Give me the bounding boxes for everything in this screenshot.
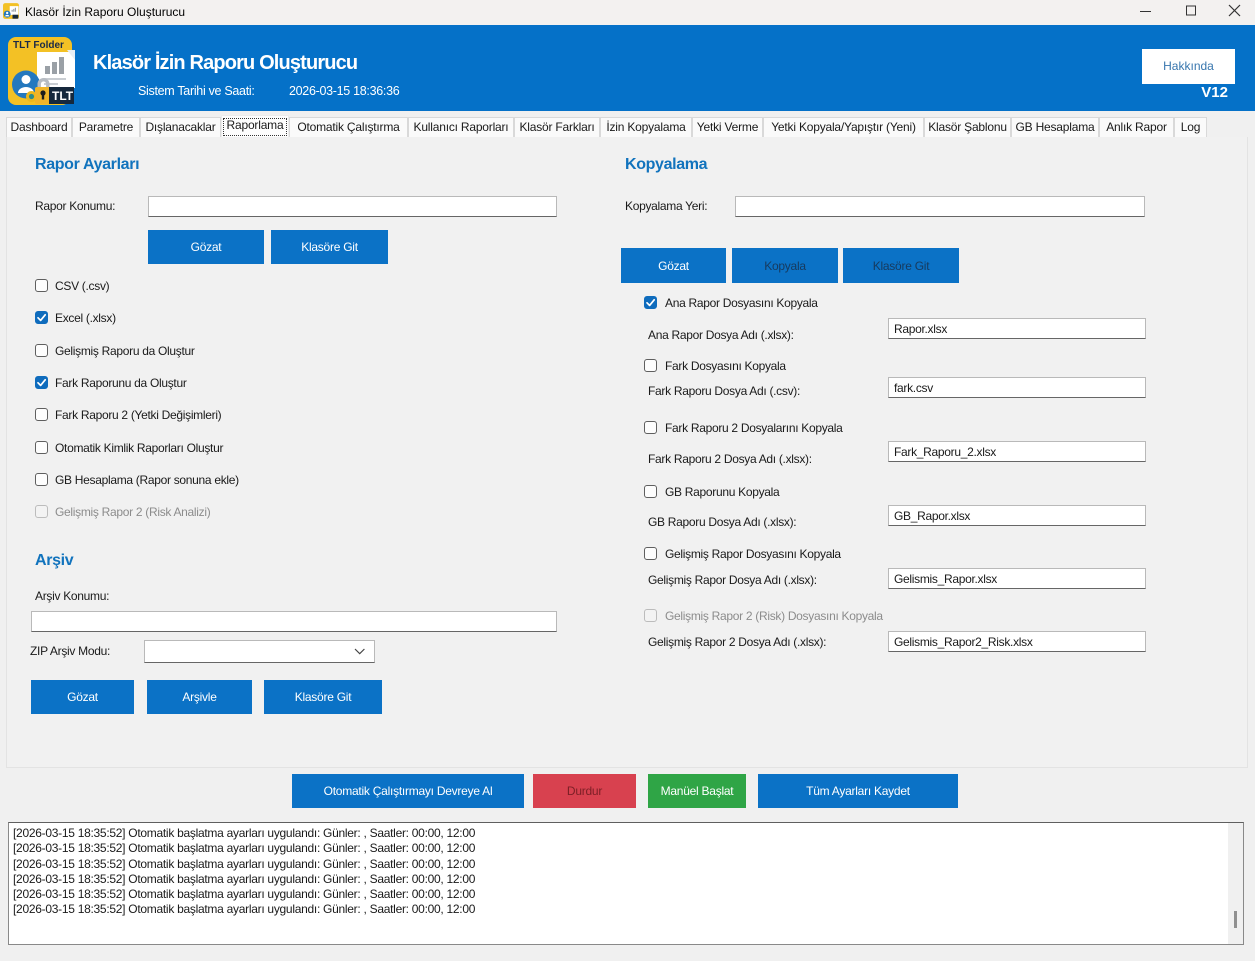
svg-text:TLT Folder: TLT Folder [13,40,64,51]
svg-text:TLT: TLT [52,89,74,103]
